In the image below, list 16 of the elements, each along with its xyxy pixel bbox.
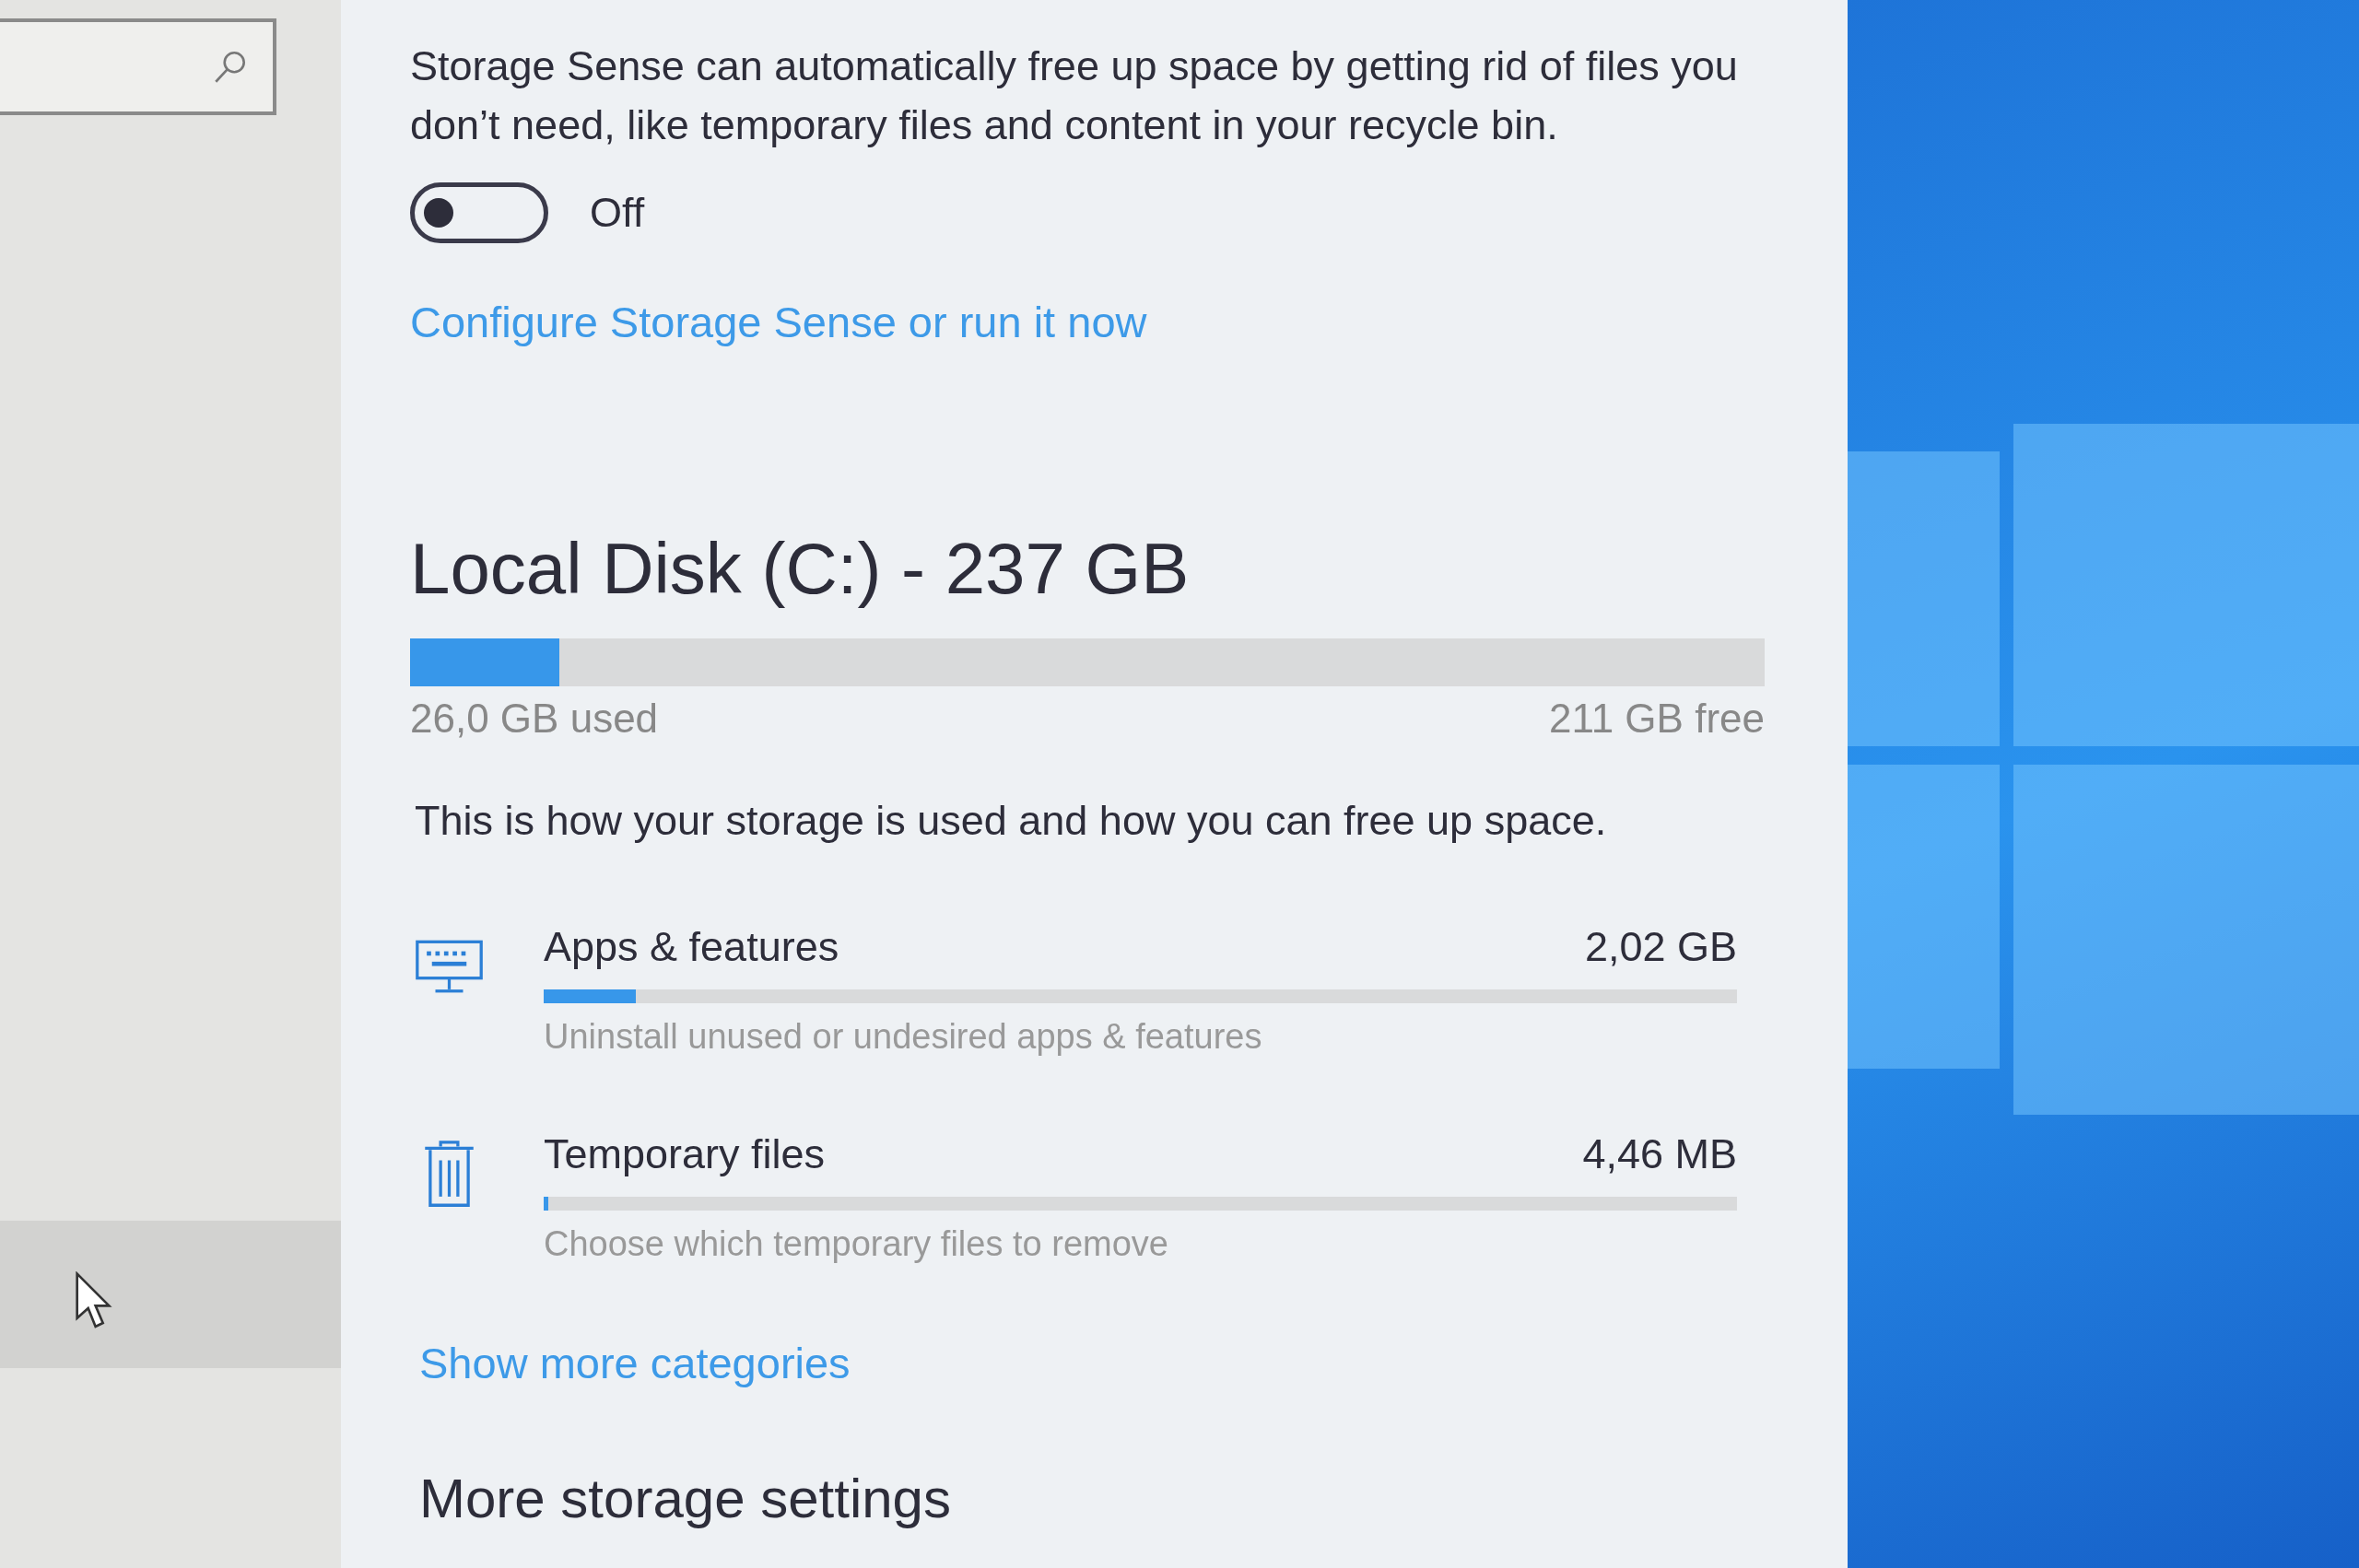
storage-sense-toggle[interactable] [410,182,548,243]
category-size: 4,46 MB [1582,1130,1737,1178]
section-heading: More storage settings [419,1467,951,1530]
category-size: 2,02 GB [1584,923,1737,971]
category-name[interactable]: Temporary files [544,1130,826,1178]
cursor-icon [74,1271,112,1330]
storage-sense-description: Storage Sense can automatically free up space by getting rid of files you don’t need, like temporary files and content in your recycle bin. [410,41,1739,150]
category-hint: Uninstall unused or undesired apps & features [544,1017,1263,1057]
disk-title: Local Disk (C:) - 237 GB [410,527,1190,611]
free-space-label: 211 GB free [1549,696,1765,742]
storage-description: This is how your storage is used and how you can free up space. [415,797,1607,845]
used-space-label: 26,0 GB used [410,696,659,742]
category-hint: Choose which temporary files to remove [544,1224,1169,1264]
search-field[interactable] [0,18,276,115]
toggle-state-label: Off [590,189,645,237]
category-name[interactable]: Apps & features [544,923,839,971]
